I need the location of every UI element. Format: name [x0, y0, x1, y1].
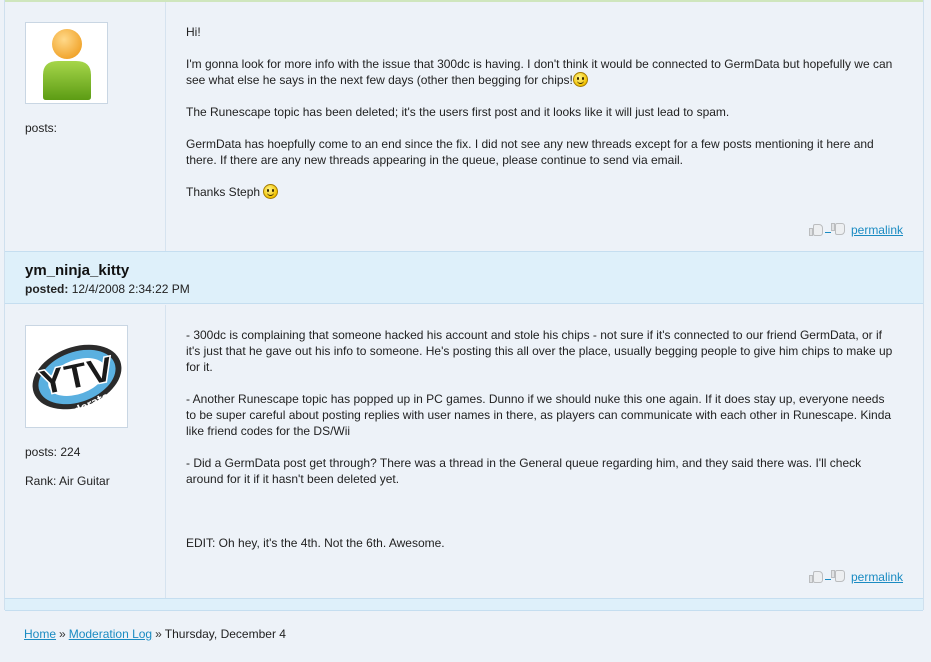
smiley-icon — [263, 184, 279, 199]
ytv-moderator-icon: YTV moderator — [32, 344, 122, 424]
thumbs-up-icon[interactable] — [808, 222, 825, 237]
thumbs-down-icon[interactable] — [830, 569, 847, 584]
message-paragraph: - Another Runescape topic has popped up … — [186, 392, 892, 438]
post-1-message: Hi! I'm gonna look for more info with th… — [186, 2, 923, 200]
post-1-body: Hi! I'm gonna look for more info with th… — [166, 2, 923, 251]
posted-label: posted: — [25, 282, 69, 296]
message-text: I'm gonna look for more info with the is… — [186, 57, 893, 87]
post-1: posts: Hi! I'm gonna look for more info … — [5, 2, 923, 251]
breadcrumb-separator: » — [155, 627, 162, 641]
message-paragraph: Thanks Steph — [186, 184, 896, 200]
thumbs-down-icon[interactable] — [830, 222, 847, 237]
message-paragraph: - Did a GermData post get through? There… — [186, 456, 862, 486]
post-2-sidebar: YTV moderator posts: 224 Rank: Air Guita… — [5, 305, 166, 598]
message-paragraph: The Runescape topic has been deleted; it… — [186, 105, 730, 119]
breadcrumb-home[interactable]: Home — [24, 627, 56, 641]
post-date: posted: 12/4/2008 2:34:22 PM — [25, 282, 923, 296]
thread-footer-bar — [5, 598, 923, 611]
post-1-sidebar: posts: — [5, 2, 166, 251]
posted-value: 12/4/2008 2:34:22 PM — [71, 282, 190, 296]
post-2-body: - 300dc is complaining that someone hack… — [166, 305, 923, 598]
avatar: YTV moderator — [25, 325, 128, 428]
breadcrumb-separator: » — [59, 627, 66, 641]
post-2-message: - 300dc is complaining that someone hack… — [186, 305, 923, 551]
author-name[interactable]: ym_ninja_kitty — [25, 262, 923, 280]
permalink-link[interactable]: permalink — [851, 570, 903, 584]
avatar — [25, 22, 108, 104]
breadcrumb: Home» Moderation Log» Thursday, December 4 — [24, 627, 286, 641]
post-count: posts: 224 — [25, 445, 81, 459]
post-2-header: ym_ninja_kitty posted: 12/4/2008 2:34:22… — [5, 251, 923, 304]
post-count: posts: — [25, 121, 58, 135]
thumbs-up-icon[interactable] — [808, 569, 825, 584]
message-paragraph: GermData has hoepfully come to an end si… — [186, 137, 874, 167]
message-paragraph: - 300dc is complaining that someone hack… — [186, 328, 893, 374]
message-paragraph: EDIT: Oh hey, it's the 4th. Not the 6th.… — [186, 536, 445, 550]
smiley-icon — [572, 72, 588, 87]
permalink-link[interactable]: permalink — [851, 223, 903, 237]
default-user-icon — [43, 29, 91, 100]
message-text: Thanks Steph — [186, 185, 261, 199]
breadcrumb-moderation-log[interactable]: Moderation Log — [69, 627, 152, 641]
breadcrumb-current: Thursday, December 4 — [164, 627, 286, 641]
user-rank: Rank: Air Guitar — [25, 474, 110, 488]
post-1-actions: permalink — [808, 222, 903, 237]
message-paragraph: I'm gonna look for more info with the is… — [186, 56, 896, 88]
message-paragraph: Hi! — [186, 25, 201, 39]
post-2: YTV moderator posts: 224 Rank: Air Guita… — [5, 305, 923, 598]
post-2-actions: permalink — [808, 569, 903, 584]
